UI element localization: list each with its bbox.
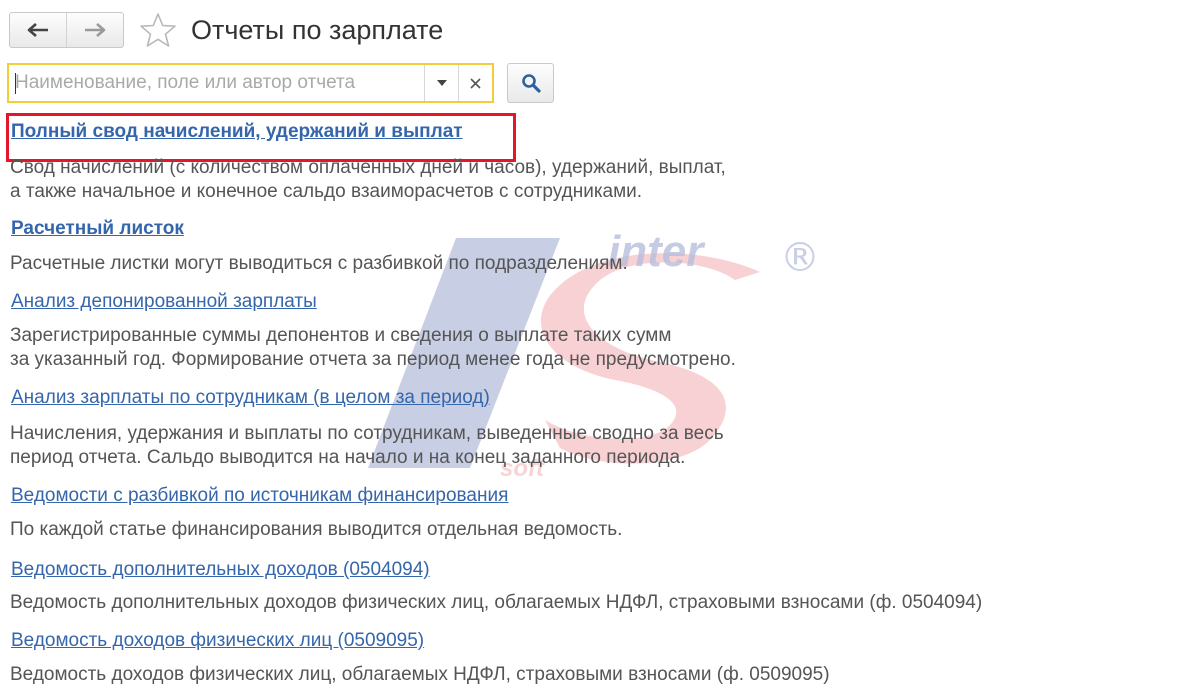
report-description-payslip: Расчетные листки могут выводиться с разб…	[10, 252, 628, 276]
forward-button[interactable]	[66, 13, 123, 47]
report-link-payslip[interactable]: Расчетный листок	[11, 217, 184, 241]
search-field	[7, 63, 494, 103]
search-button[interactable]	[507, 63, 554, 103]
registered-mark: ®	[780, 235, 820, 281]
description-line: Зарегистрированные суммы депонентов и св…	[10, 325, 672, 346]
report-description-additional-income: Ведомость дополнительных доходов физичес…	[10, 591, 982, 615]
description-line: Свод начислений (с количеством оплаченны…	[10, 157, 726, 178]
description-line: а также начальное и конечное сальдо взаи…	[10, 181, 643, 202]
description-line: за указанный год. Формирование отчета за…	[10, 349, 736, 370]
report-link-salary-by-employee[interactable]: Анализ зарплаты по сотрудникам (в целом …	[11, 386, 490, 410]
arrow-right-icon	[85, 23, 106, 37]
search-input[interactable]	[9, 65, 424, 101]
caret-down-icon	[436, 80, 447, 86]
report-link-full-summary[interactable]: Полный свод начислений, удержаний и выпл…	[11, 120, 463, 144]
arrow-left-icon	[27, 23, 48, 37]
description-line: период отчета. Сальдо выводится на начал…	[10, 447, 686, 468]
description-line: По каждой статье финансирования выводитс…	[10, 519, 623, 540]
report-description-deposited-salary: Зарегистрированные суммы депонентов и св…	[10, 324, 736, 372]
back-button[interactable]	[10, 13, 66, 47]
report-description-individual-income: Ведомость доходов физических лиц, облага…	[10, 663, 830, 687]
star-outline-icon[interactable]	[139, 12, 177, 48]
report-link-funding-sources[interactable]: Ведомости с разбивкой по источникам фина…	[11, 484, 508, 508]
report-link-individual-income[interactable]: Ведомость доходов физических лиц (050909…	[11, 629, 424, 653]
close-icon	[470, 77, 481, 89]
page-title: Отчеты по зарплате	[191, 15, 444, 45]
report-link-deposited-salary[interactable]: Анализ депонированной зарплаты	[11, 290, 317, 314]
report-description-salary-by-employee: Начисления, удержания и выплаты по сотру…	[10, 422, 724, 470]
text-cursor	[15, 73, 16, 94]
report-link-additional-income[interactable]: Ведомость дополнительных доходов (050409…	[11, 558, 430, 582]
description-line: Ведомость доходов физических лиц, облага…	[10, 664, 830, 685]
search-clear-button[interactable]	[458, 65, 492, 101]
search-dropdown-button[interactable]	[424, 65, 458, 101]
description-line: Ведомость дополнительных доходов физичес…	[10, 592, 983, 613]
description-line: Начисления, удержания и выплаты по сотру…	[10, 423, 724, 444]
report-description-full-summary: Свод начислений (с количеством оплаченны…	[10, 156, 726, 204]
report-description-funding-sources: По каждой статье финансирования выводитс…	[10, 518, 622, 542]
search-icon	[521, 74, 541, 93]
navigation-buttons	[9, 12, 124, 48]
description-line: Расчетные листки могут выводиться с разб…	[10, 253, 628, 274]
